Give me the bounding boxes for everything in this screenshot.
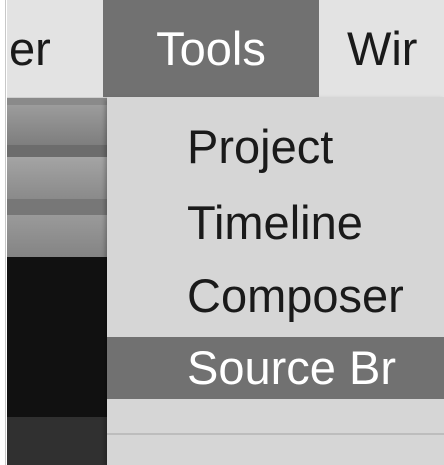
background-footer: [7, 417, 107, 465]
menu-item-composer[interactable]: Composer: [107, 266, 444, 326]
menubar-item-tools[interactable]: Tools: [103, 0, 319, 97]
background-divider: [7, 145, 107, 157]
tools-dropdown-menu: Project Timeline Composer Source Br: [107, 97, 444, 465]
background-toolbar-3: [7, 215, 107, 257]
menu-separator: [107, 433, 444, 435]
menu-item-project[interactable]: Project: [107, 117, 444, 177]
menubar-item-window[interactable]: Wir: [347, 0, 444, 97]
menubar-item-previous[interactable]: er: [7, 0, 105, 97]
background-video-area: [7, 257, 107, 417]
background-toolbar: [7, 105, 107, 145]
menu-item-timeline[interactable]: Timeline: [107, 193, 444, 253]
screenshot-frame: er Tools Wir Project Timeline Composer S…: [0, 0, 444, 465]
background-toolbar-2: [7, 157, 107, 199]
menu-bar: er Tools Wir: [7, 0, 444, 98]
window-edge: [0, 0, 7, 465]
menu-item-source-browser[interactable]: Source Br: [107, 337, 444, 399]
background-panel-edge: [7, 97, 107, 105]
background-divider-2: [7, 199, 107, 215]
